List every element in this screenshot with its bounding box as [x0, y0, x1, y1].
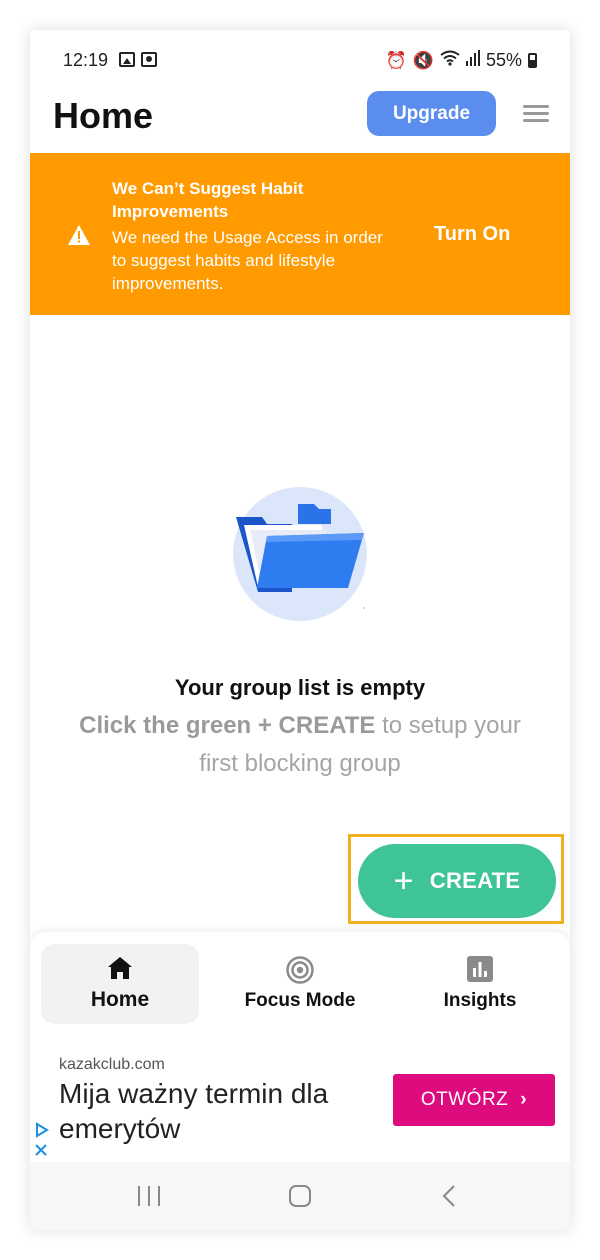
plus-icon: +	[393, 862, 414, 900]
recent-apps-icon[interactable]	[138, 1186, 160, 1206]
empty-state-highlight: Click the green + CREATE	[79, 712, 376, 739]
chevron-right-icon: ›	[520, 1089, 528, 1110]
signal-icon	[465, 50, 480, 71]
upgrade-button[interactable]: Upgrade	[367, 91, 496, 136]
ad-headline[interactable]: Mija ważny termin dla emerytów	[59, 1076, 379, 1146]
status-bar: 12:19 ⏰ 🔇 55%	[30, 30, 570, 90]
page-title: Home	[53, 95, 154, 136]
nav-item-home[interactable]: Home	[41, 944, 199, 1024]
hamburger-menu-icon[interactable]	[523, 105, 549, 123]
ad-domain: kazakclub.com	[59, 1056, 165, 1073]
app-notification-icon	[141, 52, 157, 67]
bar-chart-icon	[467, 956, 493, 982]
gallery-notification-icon	[119, 52, 135, 67]
wifi-icon	[440, 50, 460, 71]
empty-folder-icon	[233, 487, 367, 621]
phone-screen: 12:19 ⏰ 🔇 55% Home Upgrade We Can’t Sugg…	[30, 30, 570, 1230]
create-button[interactable]: + CREATE	[358, 844, 556, 918]
battery-icon	[528, 53, 537, 68]
status-time: 12:19	[63, 50, 109, 70]
ad-cta-button[interactable]: OTWÓRZ ›	[393, 1074, 555, 1126]
system-navigation-bar	[30, 1162, 570, 1230]
banner-title: We Can’t Suggest Habit Improvements	[112, 179, 304, 221]
nav-label-insights: Insights	[443, 990, 517, 1011]
ad-banner[interactable]: kazakclub.com Mija ważny termin dla emer…	[30, 1036, 570, 1162]
app-header: Home Upgrade	[30, 90, 570, 154]
nav-label-focus-mode: Focus Mode	[244, 990, 356, 1011]
home-button-icon[interactable]	[289, 1185, 311, 1207]
nav-label-home: Home	[90, 988, 150, 1011]
nav-item-insights[interactable]: Insights	[401, 944, 559, 1024]
status-right: ⏰ 🔇 55%	[386, 50, 537, 71]
banner-body: We need the Usage Access in order to sug…	[112, 228, 383, 293]
empty-state-title: Your group list is empty	[174, 675, 426, 700]
create-label: CREATE	[429, 868, 521, 893]
battery-percent: 55%	[485, 50, 522, 70]
mute-icon: 🔇	[412, 50, 434, 70]
usage-access-banner: We Can’t Suggest Habit Improvements We n…	[30, 153, 570, 315]
turn-on-button[interactable]: Turn On	[434, 223, 510, 246]
target-icon	[286, 956, 314, 984]
empty-state-subtitle: Click the green + CREATE to setup your f…	[60, 707, 540, 783]
nav-item-focus-mode[interactable]: Focus Mode	[221, 944, 379, 1024]
alarm-icon: ⏰	[385, 50, 407, 70]
back-icon[interactable]	[442, 1184, 456, 1208]
ad-cta-label: OTWÓRZ	[420, 1089, 509, 1110]
warning-icon	[68, 225, 90, 245]
ad-choices-icon[interactable]	[34, 1122, 52, 1162]
bottom-navigation: Home Focus Mode Insights	[30, 932, 570, 1036]
home-icon	[108, 957, 132, 979]
